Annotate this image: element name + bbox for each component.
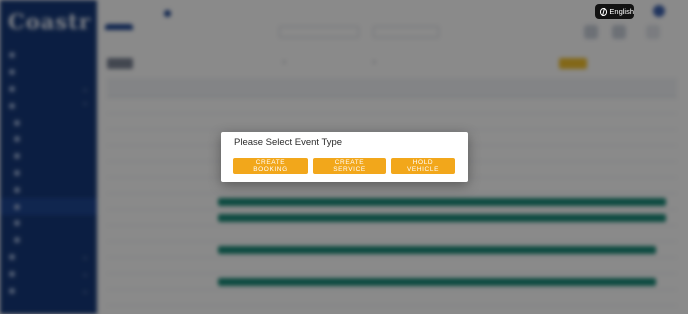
create-booking-button[interactable]: Create Booking [233,158,308,174]
event-type-modal: Please Select Event Type Create Booking … [221,132,468,182]
create-service-button[interactable]: Create Service [313,158,386,174]
modal-title: Please Select Event Type [234,137,343,148]
modal-actions: Create Booking Create Service Hold Vehic… [233,158,455,174]
language-label: English [609,7,634,16]
language-selector[interactable]: English [595,4,634,19]
globe-icon [600,7,608,16]
hold-vehicle-button[interactable]: Hold Vehicle [391,158,455,174]
